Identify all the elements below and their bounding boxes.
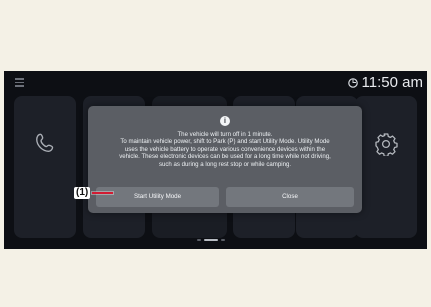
utility-mode-dialog: i The vehicle will turn off in 1 minute.…: [88, 106, 362, 213]
close-button[interactable]: Close: [226, 187, 354, 207]
phone-icon: [36, 133, 54, 152]
callout-number: (1): [74, 187, 91, 199]
gear-icon: [375, 133, 398, 156]
page-dot-3: [221, 239, 225, 241]
infotainment-screen: 11:50 am i The vehicle will turn off in …: [4, 71, 427, 249]
sync-icon: [347, 78, 358, 88]
dialog-line-5: such as during a long rest stop or while…: [158, 160, 292, 168]
page-dot-2: [204, 239, 218, 241]
dialog-message: The vehicle will turn off in 1 minute. T…: [96, 131, 354, 168]
status-right: 11:50 am: [347, 75, 423, 91]
page-indicator: [197, 239, 225, 241]
settings-tile[interactable]: [355, 96, 417, 238]
info-icon: i: [220, 116, 230, 126]
dialog-line-3: uses the vehicle battery to operate vari…: [124, 145, 326, 153]
dialog-line-1: The vehicle will turn off in 1 minute.: [177, 131, 273, 138]
clock-time: 11:50: [361, 74, 398, 91]
start-utility-mode-button[interactable]: Start Utility Mode: [96, 187, 219, 207]
callout-line: [92, 192, 114, 194]
menu-icon[interactable]: [15, 78, 24, 87]
dialog-line-2: To maintain vehicle power, shift to Park…: [120, 138, 330, 146]
dialog-line-4: vehicle. These electronic devices can be…: [119, 153, 331, 161]
clock: 11:50 am: [362, 75, 423, 91]
phone-tile[interactable]: [14, 96, 76, 238]
callout-marker: (1): [74, 187, 114, 199]
clock-suffix: am: [402, 74, 423, 91]
status-bar: 11:50 am: [4, 71, 427, 93]
page-dot-1: [197, 239, 201, 241]
